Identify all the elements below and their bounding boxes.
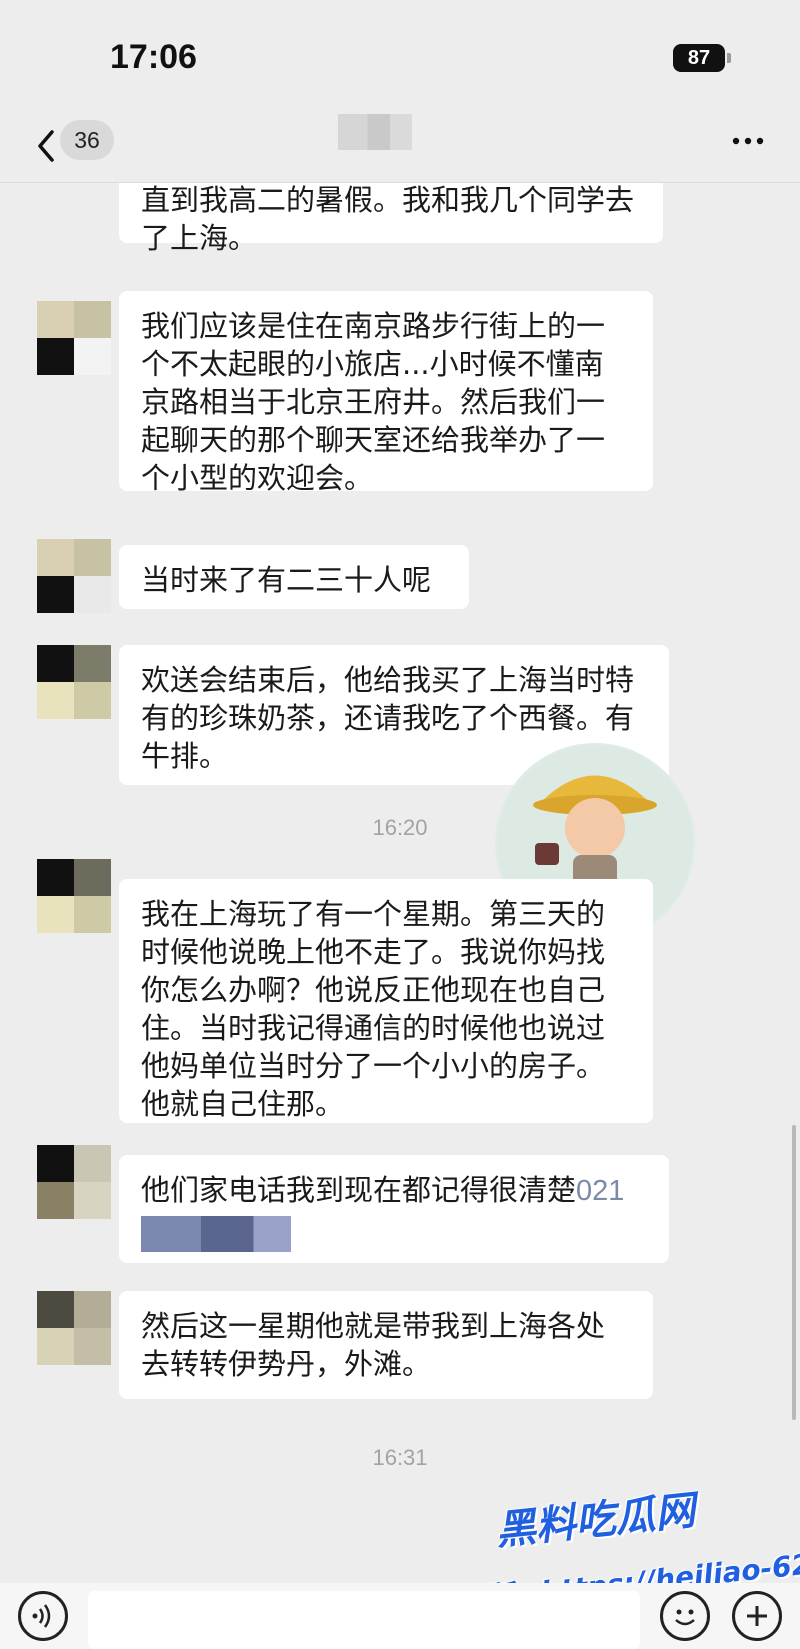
- phone-prefix: 021: [576, 1175, 625, 1207]
- message-text: 直到我高二的暑假。我和我几个同学去了上海。: [141, 183, 635, 255]
- battery-tip: [727, 53, 731, 63]
- more-dots-icon[interactable]: [728, 126, 768, 156]
- message-text: 我们应该是住在南京路步行街上的一个不太起眼的小旅店...小时候不懂南京路相当于北…: [141, 309, 606, 495]
- message-text: 我在上海玩了有一个星期。第三天的时候他说晚上他不走了。我说你妈找你怎么办啊？他说…: [141, 897, 606, 1121]
- emoji-face: [675, 1609, 695, 1626]
- message-text: 他们家电话我到现在都记得很清楚: [141, 1173, 577, 1207]
- avatar[interactable]: [37, 539, 111, 613]
- message-bubble[interactable]: 他们家电话我到现在都记得很清楚021: [119, 1155, 669, 1263]
- status-bar: 17:06 87: [0, 0, 800, 110]
- message-text: 当时来了有二三十人呢: [141, 563, 432, 597]
- avatar[interactable]: [37, 645, 111, 719]
- voice-icon[interactable]: [18, 1591, 68, 1641]
- plus-icon[interactable]: [732, 1591, 782, 1641]
- avatar[interactable]: [37, 1291, 111, 1365]
- battery-icon: 87: [673, 44, 725, 72]
- message-bubble[interactable]: 直到我高二的暑假。我和我几个同学去了上海。: [119, 183, 663, 255]
- message-input[interactable]: [88, 1591, 640, 1649]
- message-bubble[interactable]: 然后这一星期他就是带我到上海各处去转转伊势丹，外滩。: [119, 1291, 653, 1399]
- voice-waves: [32, 1604, 51, 1628]
- chat-title-blurred: [338, 114, 412, 150]
- phone-number-redacted: [141, 1216, 291, 1252]
- status-time: 17:06: [110, 38, 197, 76]
- message-bubble[interactable]: 我们应该是住在南京路步行街上的一个不太起眼的小旅店...小时候不懂南京路相当于北…: [119, 291, 653, 495]
- avatar[interactable]: [37, 301, 111, 375]
- scrollbar[interactable]: [792, 1125, 796, 1420]
- plus-sign: [747, 1606, 767, 1626]
- message-bubble[interactable]: 我在上海玩了有一个星期。第三天的时候他说晚上他不走了。我说你妈找你怎么办啊？他说…: [119, 879, 653, 1123]
- avatar[interactable]: [37, 859, 111, 933]
- avatar[interactable]: [37, 1145, 111, 1219]
- input-bar: [0, 1583, 800, 1649]
- message-bubble[interactable]: 当时来了有二三十人呢: [119, 545, 469, 609]
- unread-count-badge[interactable]: 36: [60, 120, 114, 160]
- message-list[interactable]: 直到我高二的暑假。我和我几个同学去了上海。 我们应该是住在南京路步行街上的一个不…: [0, 183, 800, 1583]
- emoji-icon[interactable]: [660, 1591, 710, 1641]
- timestamp: 16:31: [372, 1445, 428, 1470]
- message-text: 然后这一星期他就是带我到上海各处去转转伊势丹，外滩。: [141, 1309, 606, 1381]
